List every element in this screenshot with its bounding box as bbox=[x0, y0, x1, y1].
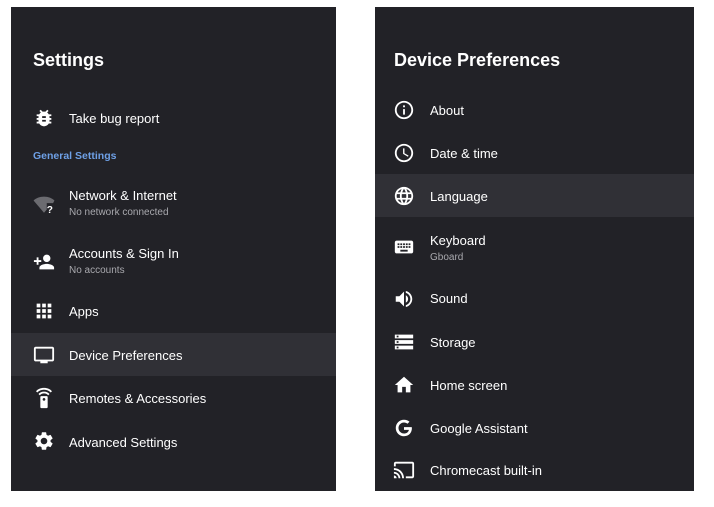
accounts-status: No accounts bbox=[69, 265, 125, 276]
apps-label: Apps bbox=[69, 304, 99, 319]
apps-item[interactable]: Apps bbox=[11, 290, 336, 332]
info-icon bbox=[392, 98, 416, 122]
gear-icon bbox=[32, 429, 56, 453]
about-label: About bbox=[430, 103, 464, 118]
globe-icon bbox=[392, 184, 416, 208]
device-preferences-label: Device Preferences bbox=[69, 348, 183, 363]
remotes-accessories-label: Remotes & Accessories bbox=[69, 391, 207, 406]
remote-icon bbox=[32, 386, 56, 410]
remotes-accessories-item[interactable]: Remotes & Accessories bbox=[11, 377, 336, 420]
settings-header: Settings bbox=[11, 7, 336, 88]
date-time-item[interactable]: Date & time bbox=[375, 131, 694, 174]
home-icon bbox=[392, 373, 416, 397]
keyboard-label: Keyboard bbox=[430, 233, 486, 248]
home-screen-item[interactable]: Home screen bbox=[375, 363, 694, 406]
advanced-settings-label: Advanced Settings bbox=[69, 435, 178, 450]
date-time-label: Date & time bbox=[430, 146, 498, 161]
storage-label: Storage bbox=[430, 335, 476, 350]
chromecast-built-in-label: Chromecast built-in bbox=[430, 463, 542, 478]
take-bug-report-item[interactable]: Take bug report bbox=[11, 97, 336, 139]
chromecast-built-in-item[interactable]: Chromecast built-in bbox=[375, 449, 694, 491]
storage-item[interactable]: Storage bbox=[375, 320, 694, 363]
google-icon bbox=[392, 416, 416, 440]
network-internet-item[interactable]: ? Network & Internet No network connecte… bbox=[11, 178, 336, 226]
keyboard-icon bbox=[392, 235, 416, 259]
apps-grid-icon bbox=[32, 299, 56, 323]
google-assistant-item[interactable]: Google Assistant bbox=[375, 406, 694, 449]
speaker-icon bbox=[392, 287, 416, 311]
clock-icon bbox=[392, 141, 416, 165]
general-settings-section-label: General Settings bbox=[33, 150, 117, 162]
keyboard-item[interactable]: Keyboard Gboard bbox=[375, 221, 694, 273]
device-preferences-panel: Device Preferences About Date & time Lan… bbox=[375, 7, 694, 491]
take-bug-report-label: Take bug report bbox=[69, 111, 160, 126]
bug-icon bbox=[32, 106, 56, 130]
settings-title: Settings bbox=[33, 50, 105, 70]
accounts-sign-in-item[interactable]: Accounts & Sign In No accounts bbox=[11, 236, 336, 284]
keyboard-current-value: Gboard bbox=[430, 252, 464, 263]
add-person-icon bbox=[32, 250, 56, 274]
tv-icon bbox=[32, 343, 56, 367]
home-screen-label: Home screen bbox=[430, 378, 508, 393]
accounts-sign-in-label: Accounts & Sign In bbox=[69, 246, 179, 261]
about-item[interactable]: About bbox=[375, 88, 694, 131]
wifi-unknown-icon: ? bbox=[32, 192, 56, 216]
network-internet-label: Network & Internet bbox=[69, 188, 177, 203]
storage-icon bbox=[392, 330, 416, 354]
sound-label: Sound bbox=[430, 291, 468, 306]
google-assistant-label: Google Assistant bbox=[430, 421, 528, 436]
device-preferences-item[interactable]: Device Preferences bbox=[11, 333, 336, 376]
svg-text:?: ? bbox=[47, 205, 53, 215]
settings-panel: Settings Take bug report General Setting… bbox=[11, 7, 336, 491]
sound-item[interactable]: Sound bbox=[375, 277, 694, 320]
language-item[interactable]: Language bbox=[375, 174, 694, 217]
network-internet-status: No network connected bbox=[69, 207, 169, 218]
language-label: Language bbox=[430, 189, 488, 204]
advanced-settings-item[interactable]: Advanced Settings bbox=[11, 420, 336, 463]
device-preferences-title: Device Preferences bbox=[394, 50, 561, 70]
cast-icon bbox=[392, 458, 416, 482]
device-preferences-header: Device Preferences bbox=[375, 7, 694, 88]
